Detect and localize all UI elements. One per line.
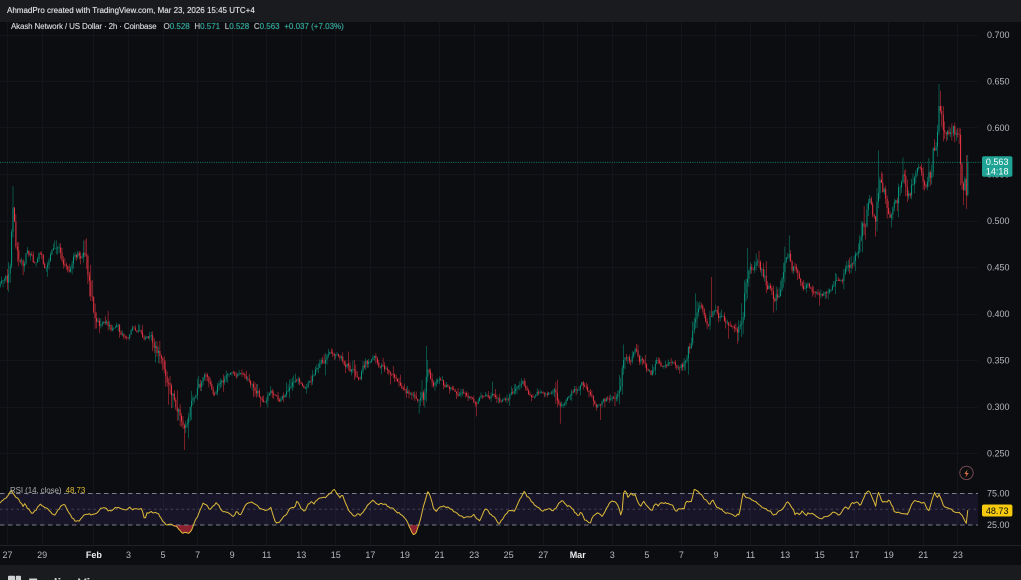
svg-text:7: 7: [679, 550, 684, 560]
svg-text:21: 21: [918, 550, 928, 560]
svg-text:0.400: 0.400: [987, 309, 1010, 319]
svg-text:9: 9: [230, 550, 235, 560]
svg-text:TradingView: TradingView: [29, 576, 109, 580]
svg-text:29: 29: [37, 550, 47, 560]
svg-text:11: 11: [746, 550, 755, 560]
svg-text:3: 3: [126, 550, 131, 560]
svg-text:14:18: 14:18: [986, 167, 1009, 177]
svg-text:Feb: Feb: [86, 550, 103, 560]
svg-text:5: 5: [160, 550, 165, 560]
svg-text:0.650: 0.650: [987, 77, 1010, 87]
svg-text:21: 21: [434, 550, 444, 560]
svg-text:17: 17: [849, 550, 859, 560]
svg-text:9: 9: [713, 550, 718, 560]
svg-text:19: 19: [400, 550, 410, 560]
svg-text:0.450: 0.450: [987, 263, 1010, 273]
svg-text:0.563: 0.563: [986, 157, 1009, 167]
svg-text:0.500: 0.500: [987, 216, 1010, 226]
svg-text:48.73: 48.73: [986, 506, 1009, 516]
svg-text:7: 7: [195, 550, 200, 560]
svg-text:25.00: 25.00: [987, 520, 1010, 530]
svg-text:13: 13: [780, 550, 790, 560]
svg-text:Mar: Mar: [570, 550, 587, 560]
svg-text:75.00: 75.00: [987, 489, 1010, 499]
svg-text:0.700: 0.700: [987, 30, 1010, 40]
svg-text:5: 5: [644, 550, 649, 560]
svg-text:0.300: 0.300: [987, 402, 1010, 412]
svg-text:23: 23: [469, 550, 479, 560]
svg-text:15: 15: [331, 550, 341, 560]
svg-text:15: 15: [815, 550, 825, 560]
svg-text:23: 23: [953, 550, 963, 560]
svg-text:13: 13: [296, 550, 306, 560]
svg-text:19: 19: [884, 550, 894, 560]
svg-text:0.350: 0.350: [987, 356, 1010, 366]
svg-text:25: 25: [504, 550, 514, 560]
svg-text:3: 3: [610, 550, 615, 560]
svg-text:0.600: 0.600: [987, 123, 1010, 133]
svg-text:0.250: 0.250: [987, 449, 1010, 459]
svg-text:27: 27: [2, 550, 12, 560]
svg-text:27: 27: [538, 550, 548, 560]
svg-text:11: 11: [262, 550, 271, 560]
svg-text:17: 17: [365, 550, 375, 560]
